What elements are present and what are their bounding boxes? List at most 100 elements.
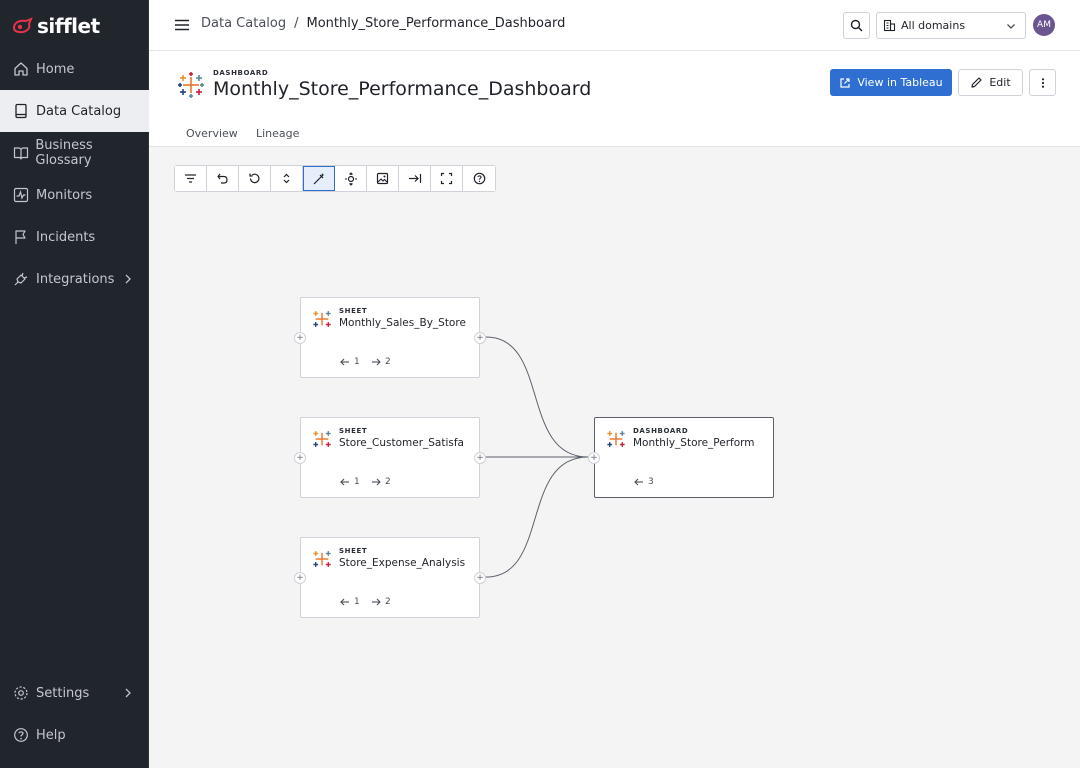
home-icon <box>12 60 30 78</box>
sidebar-item-label: Monitors <box>36 187 93 203</box>
upstream-count[interactable]: 3 <box>634 477 654 487</box>
sidebar-item-label: Home <box>36 61 75 77</box>
arrow-right-icon <box>372 358 381 366</box>
sidebar-item-home[interactable]: Home <box>0 48 149 90</box>
brand-name: sifflet <box>37 14 100 38</box>
edit-button[interactable]: Edit <box>958 69 1023 96</box>
sidebar-item-label: Help <box>36 727 66 743</box>
lineage-node-store-expense-analysis[interactable]: SHEET Store_Expense_Analysis 1 2 <box>294 537 486 618</box>
expand-downstream-handle[interactable] <box>474 332 486 344</box>
expand-upstream-handle[interactable] <box>588 452 600 464</box>
downstream-count[interactable]: 2 <box>371 357 391 367</box>
breadcrumb: Data Catalog / Monthly_Store_Performance… <box>201 16 565 31</box>
monitor-icon <box>12 186 30 204</box>
domain-select[interactable]: All domains <box>876 12 1026 39</box>
gear-icon <box>12 684 30 702</box>
node-type-label: SHEET <box>339 547 368 555</box>
expand-collapse-button[interactable] <box>271 166 303 191</box>
sidebar-item-integrations[interactable]: Integrations <box>0 258 149 300</box>
undo-button[interactable] <box>207 166 239 191</box>
upstream-count-value: 3 <box>648 477 654 487</box>
tableau-icon <box>178 72 204 98</box>
lineage-node-monthly-sales-by-store[interactable]: SHEET Monthly_Sales_By_Store 1 2 <box>294 297 486 378</box>
avatar[interactable]: AM <box>1033 14 1055 36</box>
edge-expense-to-dashboard <box>485 456 589 578</box>
downstream-count[interactable]: 2 <box>371 597 391 607</box>
downstream-count-value: 2 <box>385 357 391 367</box>
expand-downstream-handle[interactable] <box>474 572 486 584</box>
chevron-right-icon <box>125 688 131 698</box>
search-icon <box>850 19 863 32</box>
chevron-right-icon <box>125 274 131 284</box>
sidebar-item-help[interactable]: Help <box>0 714 149 756</box>
export-image-button[interactable] <box>367 166 399 191</box>
sidebar-item-label: Integrations <box>36 271 115 287</box>
fit-view-button[interactable] <box>431 166 463 191</box>
tableau-icon <box>313 551 331 567</box>
undo-icon <box>217 173 228 184</box>
arrow-right-to-line-icon <box>408 174 421 183</box>
node-name: Monthly_Store_Perform <box>633 437 755 449</box>
sidebar-item-monitors[interactable]: Monitors <box>0 174 149 216</box>
expand-upstream-handle[interactable] <box>294 572 306 584</box>
upstream-count[interactable]: 1 <box>340 597 360 607</box>
arrow-right-icon <box>372 598 381 606</box>
expand-upstream-handle[interactable] <box>294 332 306 344</box>
hamburger-menu-icon[interactable] <box>173 16 191 34</box>
search-button[interactable] <box>843 12 870 39</box>
node-name: Store_Expense_Analysis <box>339 557 466 569</box>
upstream-count-value: 1 <box>354 357 360 367</box>
external-link-icon <box>840 77 850 88</box>
node-name: Store_Customer_Satisfa <box>339 437 464 449</box>
focus-button[interactable] <box>335 166 367 191</box>
chevron-down-icon <box>1007 24 1015 29</box>
help-button[interactable] <box>463 166 495 191</box>
help-icon <box>12 726 30 744</box>
arrow-left-icon <box>340 598 349 606</box>
breadcrumb-separator: / <box>294 16 299 31</box>
page-title: Monthly_Store_Performance_Dashboard <box>213 78 592 100</box>
sidebar-item-label: Business Glossary <box>35 138 93 168</box>
expand-downstream-handle[interactable] <box>474 452 486 464</box>
upstream-count-value: 1 <box>354 597 360 607</box>
node-type-label: SHEET <box>339 307 368 315</box>
more-options-button[interactable] <box>1029 69 1056 96</box>
tab-overview[interactable]: Overview <box>186 127 238 140</box>
reset-icon <box>249 173 260 184</box>
tab-lineage[interactable]: Lineage <box>256 127 299 140</box>
downstream-count-value: 2 <box>385 477 391 487</box>
upstream-count[interactable]: 1 <box>340 357 360 367</box>
direction-button[interactable] <box>399 166 431 191</box>
reset-button[interactable] <box>239 166 271 191</box>
sifflet-logo[interactable]: sifflet <box>11 14 100 38</box>
arrow-left-icon <box>634 478 643 486</box>
auto-layout-button[interactable] <box>303 166 335 191</box>
sidebar-item-data-catalog[interactable]: Data Catalog <box>0 90 149 132</box>
view-in-tableau-label: View in Tableau <box>857 76 943 89</box>
sidebar: sifflet Home Data Catalog Business Gloss… <box>0 0 149 768</box>
sidebar-item-incidents[interactable]: Incidents <box>0 216 149 258</box>
sidebar-item-label: Settings <box>36 685 90 701</box>
lineage-node-store-customer-satisfaction[interactable]: SHEET Store_Customer_Satisfa 1 2 <box>294 417 486 498</box>
lineage-node-monthly-store-performance-dashboard[interactable]: DASHBOARD Monthly_Store_Perform 3 <box>588 417 774 498</box>
arrow-left-icon <box>340 478 349 486</box>
filter-button[interactable] <box>175 166 207 191</box>
sidebar-item-label: Incidents <box>36 229 96 245</box>
sidebar-item-settings[interactable]: Settings <box>0 672 149 714</box>
building-icon <box>883 19 896 32</box>
help-icon <box>473 172 485 185</box>
edit-label: Edit <box>989 76 1011 89</box>
downstream-count[interactable]: 2 <box>371 477 391 487</box>
sidebar-item-business-glossary[interactable]: Business Glossary <box>0 132 149 174</box>
breadcrumb-data-catalog[interactable]: Data Catalog <box>201 16 286 31</box>
fullscreen-icon <box>440 172 453 185</box>
view-in-tableau-button[interactable]: View in Tableau <box>830 69 952 96</box>
sidebar-item-label: Data Catalog <box>36 103 122 119</box>
tableau-icon <box>313 311 331 327</box>
upstream-count[interactable]: 1 <box>340 477 360 487</box>
expand-upstream-handle[interactable] <box>294 452 306 464</box>
node-type-label: DASHBOARD <box>633 427 689 435</box>
lineage-toolbar <box>174 165 496 192</box>
arrow-left-icon <box>340 358 349 366</box>
open-book-icon <box>12 144 29 162</box>
